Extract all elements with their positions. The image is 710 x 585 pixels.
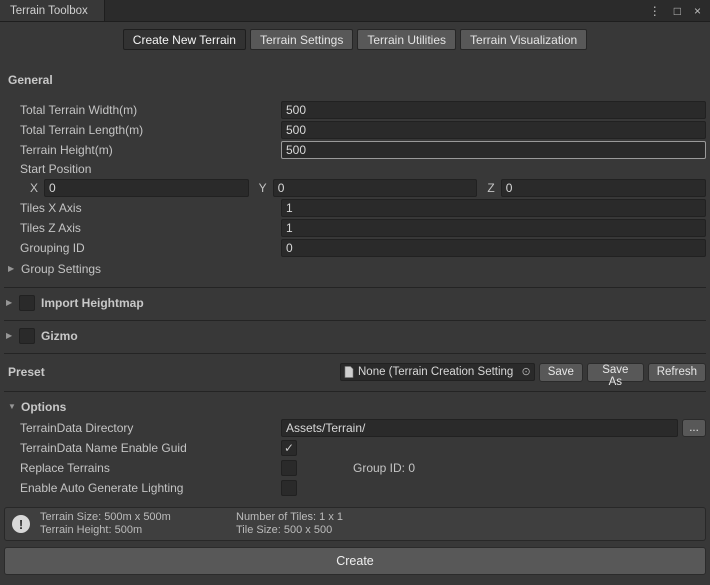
terraindata-directory-row: TerrainData Directory ...: [4, 418, 706, 438]
terrain-height-row: Terrain Height(m): [4, 140, 706, 160]
maximize-icon[interactable]: □: [674, 5, 681, 17]
start-position-y: Y: [259, 179, 478, 197]
preset-row: Preset None (Terrain Creation Setting ⊙ …: [4, 362, 706, 382]
terraindata-name-enable-guid-label: TerrainData Name Enable Guid: [4, 441, 281, 455]
gizmo-label: Gizmo: [41, 329, 78, 343]
y-axis-label: Y: [259, 181, 267, 195]
enable-auto-generate-lighting-row: Enable Auto Generate Lighting: [4, 478, 706, 498]
chevron-right-icon: ▶: [6, 332, 19, 340]
divider: [4, 391, 706, 392]
titlebar: Terrain Toolbox ⋮ □ ×: [0, 0, 710, 22]
save-button[interactable]: Save: [539, 363, 583, 382]
tile-size-text: Tile Size: 500 x 500: [236, 524, 343, 537]
preset-label: Preset: [8, 365, 340, 379]
terrain-toolbox-window: Terrain Toolbox ⋮ □ × Create New Terrain…: [0, 0, 710, 575]
replace-terrains-row: Replace Terrains Group ID: 0: [4, 458, 706, 478]
toolbox-mode-tabs: Create New Terrain Terrain Settings Terr…: [0, 22, 710, 51]
x-axis-label: X: [30, 181, 38, 195]
terrain-height-input[interactable]: [281, 141, 706, 159]
start-position-x: X: [30, 179, 249, 197]
terrain-height-text: Terrain Height: 500m: [40, 524, 236, 537]
tab-create-new-terrain[interactable]: Create New Terrain: [123, 29, 246, 50]
grouping-id-input[interactable]: [281, 239, 706, 257]
options-foldout[interactable]: ▼ Options: [4, 398, 706, 416]
terraindata-directory-input[interactable]: [281, 419, 678, 437]
create-new-terrain-panel: General Total Terrain Width(m) Total Ter…: [0, 73, 710, 575]
total-terrain-width-input[interactable]: [281, 101, 706, 119]
tiles-z-axis-label: Tiles Z Axis: [4, 221, 281, 235]
total-terrain-length-label: Total Terrain Length(m): [4, 123, 281, 137]
tiles-x-axis-row: Tiles X Axis: [4, 198, 706, 218]
scriptable-object-icon: [344, 366, 354, 378]
chevron-right-icon: ▶: [8, 265, 21, 273]
start-position-x-input[interactable]: [44, 179, 249, 197]
enable-auto-generate-lighting-label: Enable Auto Generate Lighting: [4, 481, 281, 495]
total-terrain-width-row: Total Terrain Width(m): [4, 100, 706, 120]
import-heightmap-checkbox[interactable]: [19, 295, 35, 311]
terrain-size-text: Terrain Size: 500m x 500m: [40, 511, 236, 524]
window-tab[interactable]: Terrain Toolbox: [0, 0, 105, 21]
options-label: Options: [21, 400, 66, 414]
total-terrain-width-label: Total Terrain Width(m): [4, 103, 281, 117]
start-position-z-input[interactable]: [501, 179, 706, 197]
group-id-value: Group ID: 0: [353, 461, 415, 475]
terrain-height-label: Terrain Height(m): [4, 143, 281, 157]
replace-terrains-label: Replace Terrains: [4, 461, 281, 475]
info-icon: !: [12, 515, 30, 533]
divider: [4, 353, 706, 354]
checkmark-icon: ✓: [284, 442, 294, 454]
close-icon[interactable]: ×: [694, 5, 701, 17]
start-position-z: Z: [487, 179, 706, 197]
terrain-summary-help-box: ! Terrain Size: 500m x 500m Terrain Heig…: [4, 507, 706, 541]
tab-terrain-settings[interactable]: Terrain Settings: [250, 29, 353, 50]
refresh-button[interactable]: Refresh: [648, 363, 706, 382]
start-position-y-input[interactable]: [273, 179, 478, 197]
preset-object-field[interactable]: None (Terrain Creation Setting ⊙: [340, 363, 535, 381]
import-heightmap-section[interactable]: ▶ Import Heightmap: [4, 288, 706, 318]
gizmo-section[interactable]: ▶ Gizmo: [4, 321, 706, 351]
terraindata-name-enable-guid-row: TerrainData Name Enable Guid ✓: [4, 438, 706, 458]
browse-button[interactable]: ...: [682, 419, 706, 437]
z-axis-label: Z: [487, 181, 494, 195]
group-settings-label: Group Settings: [21, 262, 101, 276]
tiles-summary: Number of Tiles: 1 x 1 Tile Size: 500 x …: [236, 511, 343, 537]
tiles-z-axis-row: Tiles Z Axis: [4, 218, 706, 238]
menu-icon[interactable]: ⋮: [649, 5, 661, 17]
total-terrain-length-row: Total Terrain Length(m): [4, 120, 706, 140]
object-picker-icon[interactable]: ⊙: [521, 367, 530, 378]
general-header: General: [8, 73, 706, 88]
chevron-right-icon: ▶: [6, 299, 19, 307]
tab-terrain-utilities[interactable]: Terrain Utilities: [357, 29, 456, 50]
replace-terrains-checkbox[interactable]: [281, 460, 297, 476]
start-position-xyz-row: X Y Z: [4, 178, 706, 198]
terrain-size-summary: Terrain Size: 500m x 500m Terrain Height…: [40, 511, 236, 537]
window-title: Terrain Toolbox: [10, 5, 88, 17]
tiles-x-axis-label: Tiles X Axis: [4, 201, 281, 215]
titlebar-controls: ⋮ □ ×: [649, 0, 710, 21]
grouping-id-label: Grouping ID: [4, 241, 281, 255]
preset-object-value: None (Terrain Creation Setting: [358, 366, 517, 378]
save-as-button[interactable]: Save As: [587, 363, 644, 382]
terraindata-directory-label: TerrainData Directory: [4, 421, 281, 435]
group-settings-foldout[interactable]: ▶ Group Settings: [4, 260, 706, 278]
start-position-row: Start Position: [4, 160, 706, 178]
tiles-x-axis-input[interactable]: [281, 199, 706, 217]
start-position-label: Start Position: [4, 162, 281, 176]
chevron-down-icon: ▼: [8, 403, 21, 411]
create-button[interactable]: Create: [4, 547, 706, 575]
tab-terrain-visualization[interactable]: Terrain Visualization: [460, 29, 587, 50]
tiles-z-axis-input[interactable]: [281, 219, 706, 237]
number-of-tiles-text: Number of Tiles: 1 x 1: [236, 511, 343, 524]
gizmo-checkbox[interactable]: [19, 328, 35, 344]
import-heightmap-label: Import Heightmap: [41, 296, 144, 310]
enable-auto-generate-lighting-checkbox[interactable]: [281, 480, 297, 496]
total-terrain-length-input[interactable]: [281, 121, 706, 139]
terraindata-name-enable-guid-checkbox[interactable]: ✓: [281, 440, 297, 456]
grouping-id-row: Grouping ID: [4, 238, 706, 258]
